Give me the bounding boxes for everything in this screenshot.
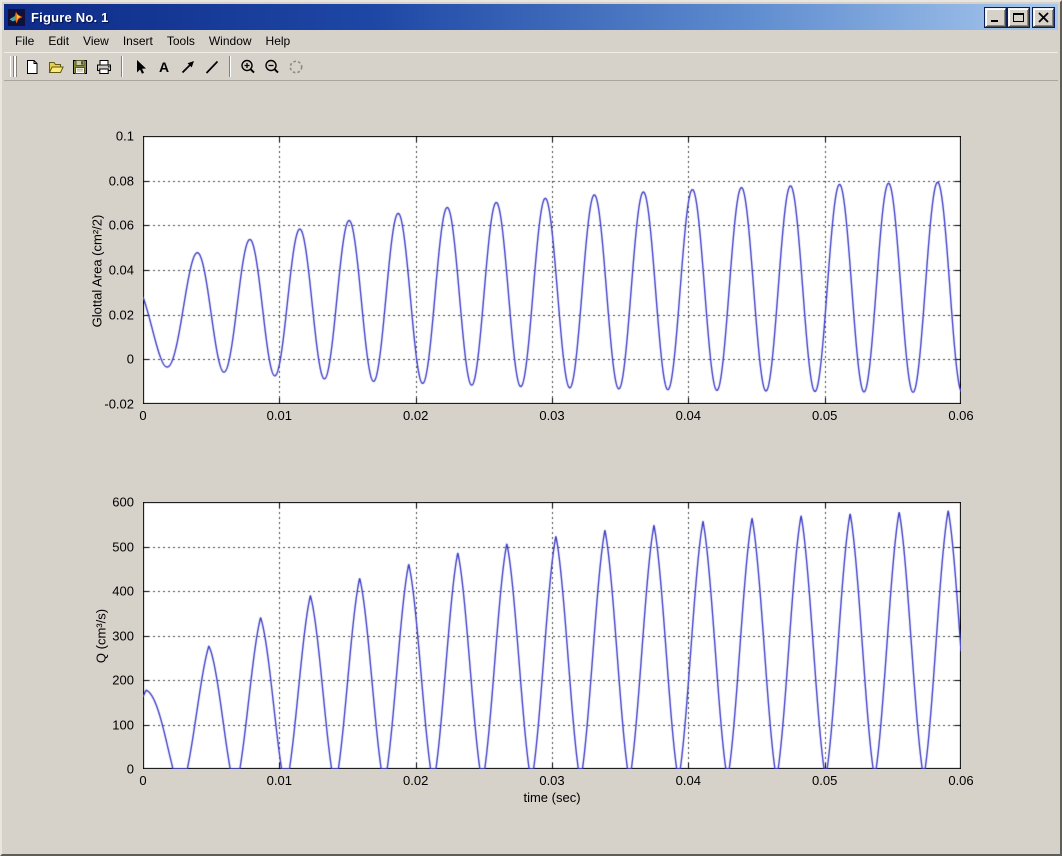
zoom-out-icon <box>263 58 281 76</box>
x-tick-label: 0.02 <box>403 408 428 423</box>
y-tick-label: 500 <box>112 539 134 554</box>
x-tick-label: 0.03 <box>539 408 564 423</box>
y-tick-label: 300 <box>112 628 134 643</box>
open-folder-icon <box>47 58 65 76</box>
flow-axes[interactable] <box>143 502 961 769</box>
rotate-3d-icon <box>287 58 305 76</box>
svg-text:A: A <box>159 59 169 75</box>
line-tool-button[interactable] <box>200 55 224 79</box>
menu-window[interactable]: Window <box>202 32 259 51</box>
window-title: Figure No. 1 <box>31 10 985 25</box>
menu-tools[interactable]: Tools <box>160 32 202 51</box>
y-tick-label: 0.08 <box>109 173 134 188</box>
flow-plot-canvas[interactable] <box>143 502 961 769</box>
close-icon <box>1037 12 1050 23</box>
pointer-tool-button[interactable] <box>128 55 152 79</box>
y-tick-label: -0.02 <box>104 397 134 412</box>
x-tick-label: 0.03 <box>539 773 564 788</box>
line-annotation-icon <box>203 58 221 76</box>
flow-x-tick-labels: 00.010.020.030.040.050.06 <box>143 773 961 789</box>
x-tick-label: 0.06 <box>948 773 973 788</box>
toolbar: A <box>4 52 1058 81</box>
menu-view[interactable]: View <box>76 32 116 51</box>
toolbar-drag-handle[interactable] <box>10 56 14 77</box>
menu-help[interactable]: Help <box>259 32 298 51</box>
toolbar-separator <box>229 56 231 77</box>
x-tick-label: 0 <box>139 408 146 423</box>
rotate-3d-button[interactable] <box>284 55 308 79</box>
new-document-icon <box>23 58 41 76</box>
save-figure-button[interactable] <box>68 55 92 79</box>
y-tick-label: 0 <box>127 762 134 777</box>
y-tick-label: 0.04 <box>109 263 134 278</box>
arrow-annotation-icon <box>179 58 197 76</box>
x-tick-label: 0.05 <box>812 773 837 788</box>
printer-icon <box>95 58 113 76</box>
close-button[interactable] <box>1033 8 1054 27</box>
save-floppy-icon <box>71 58 89 76</box>
x-tick-label: 0.02 <box>403 773 428 788</box>
y-tick-label: 400 <box>112 584 134 599</box>
menu-edit[interactable]: Edit <box>41 32 76 51</box>
matlab-figure-window: Figure No. 1 File Edit View Insert Tools… <box>0 0 1062 856</box>
menu-insert[interactable]: Insert <box>116 32 160 51</box>
pointer-arrow-icon <box>131 58 149 76</box>
menu-file[interactable]: File <box>8 32 41 51</box>
x-tick-label: 0.01 <box>267 773 292 788</box>
toolbar-separator <box>121 56 123 77</box>
zoom-in-icon <box>239 58 257 76</box>
y-tick-label: 200 <box>112 673 134 688</box>
x-tick-label: 0.06 <box>948 408 973 423</box>
minimize-button[interactable] <box>985 8 1006 27</box>
maximize-button[interactable] <box>1008 8 1029 27</box>
open-file-button[interactable] <box>44 55 68 79</box>
menu-bar: File Edit View Insert Tools Window Help <box>4 31 1058 51</box>
new-figure-button[interactable] <box>20 55 44 79</box>
y-tick-label: 0.1 <box>116 129 134 144</box>
arrow-tool-button[interactable] <box>176 55 200 79</box>
glottal-area-x-tick-labels: 00.010.020.030.040.050.06 <box>143 408 961 424</box>
glottal-area-axes[interactable] <box>143 136 961 404</box>
x-tick-label: 0.04 <box>676 408 701 423</box>
minimize-icon <box>989 12 1002 23</box>
text-tool-icon: A <box>155 58 173 76</box>
y-tick-label: 0.02 <box>109 307 134 322</box>
y-tick-label: 600 <box>112 495 134 510</box>
print-button[interactable] <box>92 55 116 79</box>
x-tick-label: 0 <box>139 773 146 788</box>
maximize-icon <box>1012 12 1025 23</box>
x-axis-label: time (sec) <box>143 790 961 805</box>
glottal-area-plot-canvas[interactable] <box>143 136 961 404</box>
y-tick-label: 0 <box>127 352 134 367</box>
zoom-out-button[interactable] <box>260 55 284 79</box>
x-tick-label: 0.04 <box>676 773 701 788</box>
text-tool-button[interactable]: A <box>152 55 176 79</box>
window-controls <box>985 8 1054 27</box>
matlab-logo-icon <box>8 9 25 26</box>
x-tick-label: 0.01 <box>267 408 292 423</box>
y-tick-label: 0.06 <box>109 218 134 233</box>
zoom-in-button[interactable] <box>236 55 260 79</box>
y-tick-label: 100 <box>112 717 134 732</box>
titlebar[interactable]: Figure No. 1 <box>4 4 1058 30</box>
x-tick-label: 0.05 <box>812 408 837 423</box>
